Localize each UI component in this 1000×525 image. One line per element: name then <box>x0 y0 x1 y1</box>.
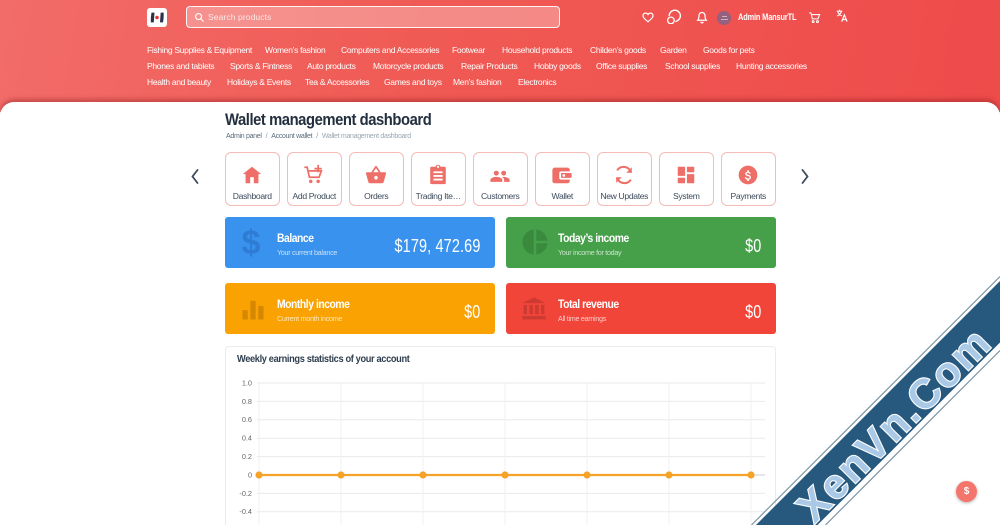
svg-text:0.2: 0.2 <box>242 452 252 461</box>
svg-text:0: 0 <box>248 470 252 479</box>
svg-text:1.0: 1.0 <box>242 378 252 387</box>
svg-text:0.4: 0.4 <box>242 434 252 443</box>
svg-text:0.8: 0.8 <box>242 397 252 406</box>
svg-text:0.6: 0.6 <box>242 415 252 424</box>
svg-text:-0.4: -0.4 <box>239 507 252 516</box>
svg-text:-0.2: -0.2 <box>239 489 252 498</box>
svg-text:$: $ <box>242 224 261 262</box>
